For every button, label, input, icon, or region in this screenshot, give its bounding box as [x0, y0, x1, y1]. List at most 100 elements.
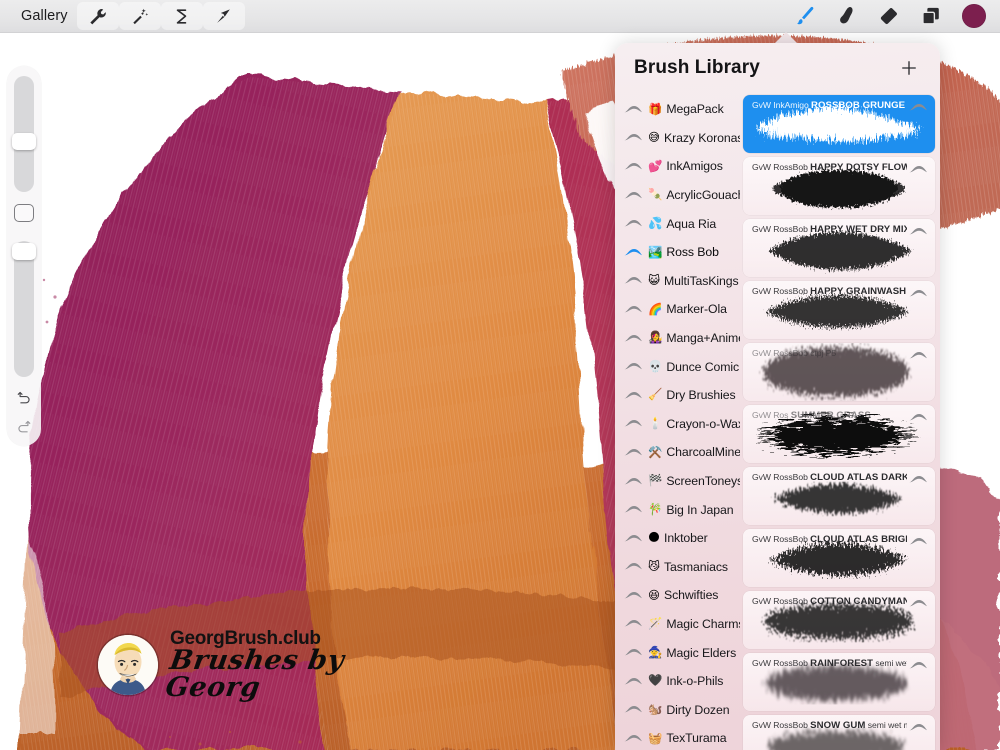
brush-swipe-icon	[622, 676, 644, 687]
brush-set-item[interactable]: 🌑 Inktober	[615, 524, 740, 553]
brush-set-item[interactable]: 😅 Krazy Koronas	[615, 124, 740, 153]
brush-set-item[interactable]: 🍡AcrylicGouache	[615, 181, 740, 210]
undo-icon[interactable]	[13, 389, 35, 407]
add-brush-set-button[interactable]	[896, 55, 922, 81]
brush-label: GvW RossBob HAPPY GRAINWASH SALTY ct P5	[752, 286, 907, 298]
brush-item[interactable]: GvW RossBob ctpj P5	[743, 343, 935, 401]
brush-set-item[interactable]: 💀 Dunce Comic	[615, 352, 740, 381]
brush-swipe-icon	[908, 410, 928, 428]
brush-item[interactable]: GvW RossBob CLOUD ATLAS DARK ct P5	[743, 467, 935, 525]
brush-set-label: Magic Elders	[666, 645, 737, 660]
brush-set-item[interactable]: 🏁 ScreenToneys	[615, 467, 740, 496]
brush-set-label: CharcoalMine	[666, 445, 740, 460]
adjustments-wand-icon[interactable]	[118, 2, 161, 30]
brush-set-label: Ross Bob	[666, 245, 719, 260]
actions-wrench-icon[interactable]	[76, 2, 119, 30]
brush-label-prefix: GvW RossBob	[752, 472, 808, 482]
brush-set-emoji-icon: 🌈	[648, 301, 663, 316]
brush-label-name: CLOUD ATLAS BRIGHT	[810, 534, 907, 545]
brush-set-item[interactable]: 😼 Tasmaniacs	[615, 553, 740, 582]
brush-set-label: Magic Charms	[666, 616, 740, 631]
brush-set-emoji-icon: 💦	[648, 215, 663, 230]
brush-swipe-icon	[908, 472, 928, 490]
brush-set-item[interactable]: ⚒️ CharcoalMine	[615, 438, 740, 467]
brush-swipe-icon	[622, 561, 644, 572]
paint-brush-icon[interactable]	[784, 2, 826, 30]
brush-set-item[interactable]: 😆 Schwifties	[615, 581, 740, 610]
brush-set-item[interactable]: 🎋 Big In Japan	[615, 495, 740, 524]
brush-item[interactable]: GvW RossBob RAINFOREST semi wet mix ct P…	[743, 653, 935, 711]
opacity-slider[interactable]	[12, 241, 36, 377]
brush-size-knob[interactable]	[12, 133, 36, 150]
brush-set-item[interactable]: 🏞️ Ross Bob	[615, 238, 740, 267]
brush-label: GvW RossBob ctpj P5	[752, 348, 907, 360]
brush-set-emoji-icon: 🎁	[648, 101, 663, 116]
brush-item[interactable]: GvW RossBob CLOUD ATLAS BRIGHT ct P5	[743, 529, 935, 587]
brush-set-emoji-icon: 😅	[648, 130, 660, 145]
brush-label-name: ROSSBOB GRUNGE OIL	[811, 100, 907, 111]
brush-set-label: Krazy Koronas	[664, 130, 740, 145]
modify-button[interactable]	[14, 204, 34, 223]
brush-sets-list[interactable]: 🎁 MegaPack 😅 Krazy Koronas 💕 InkAmigos 🍡 Acr…	[615, 93, 740, 750]
brush-set-label: ScreenToneys	[666, 474, 740, 489]
brush-set-emoji-icon: 🧙	[648, 644, 663, 659]
brush-swipe-icon	[622, 504, 644, 515]
brush-set-item[interactable]: 🧙 Magic Elders	[615, 638, 740, 667]
brush-swipe-icon	[908, 720, 928, 738]
brush-swipe-icon	[908, 534, 928, 552]
brush-label: GvW RossBob CLOUD ATLAS DARK ct P5	[752, 472, 907, 484]
brush-set-item[interactable]: 👩‍🎤 Manga+Anime	[615, 324, 740, 353]
brush-set-item[interactable]: 🕯️ Crayon-o-Wax	[615, 410, 740, 439]
smudge-icon[interactable]	[826, 2, 868, 30]
brush-library-panel: Brush Library 🎁 MegaPack 😅 Krazy Koronas 💕…	[615, 43, 940, 750]
transform-arrow-icon[interactable]	[202, 2, 245, 30]
brush-swipe-icon	[622, 304, 644, 315]
brush-swipe-icon	[622, 390, 644, 401]
brush-label-prefix: GvW Ros	[752, 410, 789, 420]
brush-set-item[interactable]: 💦 Aqua Ria	[615, 209, 740, 238]
brush-item[interactable]: GvW RossBob HAPPY WET DRY MIX ct P5	[743, 219, 935, 277]
brush-list[interactable]: GvW InkAmigo ROSSBOB GRUNGE OIL ct P5 Gv…	[740, 93, 940, 750]
brush-label: GvW RossBob RAINFOREST semi wet mix ct P…	[752, 658, 907, 670]
brush-size-slider[interactable]	[12, 76, 36, 193]
selection-icon[interactable]	[160, 2, 203, 30]
left-sidebar	[7, 66, 41, 446]
eraser-icon[interactable]	[868, 2, 910, 30]
brush-set-item[interactable]: 💕 InkAmigos	[615, 152, 740, 181]
brush-swipe-icon	[908, 596, 928, 614]
brush-swipe-icon	[622, 704, 644, 715]
brush-item[interactable]: GvW RossBob HAPPY DOTSY FLOW ct P5	[743, 157, 935, 215]
brush-set-item[interactable]: 🧺 TexTurama	[615, 724, 740, 750]
brush-set-item[interactable]: 🪄 Magic Charms	[615, 610, 740, 639]
brush-item[interactable]: GvW InkAmigo ROSSBOB GRUNGE OIL ct P5	[743, 95, 935, 153]
brush-set-item[interactable]: 🧹 Dry Brushies	[615, 381, 740, 410]
brush-item[interactable]: GvW Ros SUMMER GRASS	[743, 405, 935, 463]
brush-set-emoji-icon: 💕	[648, 158, 663, 173]
brush-item[interactable]: GvW RossBob COTTON CANDYMAN wet mix ct P…	[743, 591, 935, 649]
brush-swipe-icon	[908, 286, 928, 304]
opacity-knob[interactable]	[12, 243, 36, 261]
layers-icon[interactable]	[910, 2, 952, 30]
toolbar-right-group	[784, 2, 1000, 30]
brush-item[interactable]: GvW RossBob SNOW GUM semi wet mix ct P5	[743, 715, 935, 750]
brush-set-item[interactable]: 😺 MultiTasKings	[615, 267, 740, 296]
brush-set-emoji-icon: 🪄	[648, 616, 663, 631]
brush-set-label: Manga+Anime	[666, 331, 740, 346]
brush-label-prefix: GvW RossBob	[752, 224, 808, 234]
brush-label: GvW RossBob SNOW GUM semi wet mix ct P5	[752, 720, 907, 732]
brush-swipe-icon	[622, 447, 644, 458]
brush-set-item[interactable]: 🖤 Ink-o-Phils	[615, 667, 740, 696]
color-swatch[interactable]	[962, 4, 986, 28]
brush-set-item[interactable]: 🐿️ Dirty Dozen	[615, 695, 740, 724]
brush-set-emoji-icon: 🕯️	[648, 416, 663, 431]
brush-item[interactable]: GvW RossBob HAPPY GRAINWASH SALTY ct P5	[743, 281, 935, 339]
brush-label-prefix: GvW RossBob	[752, 286, 808, 296]
gallery-button[interactable]: Gallery	[12, 5, 77, 27]
brush-label-name: SUMMER GRASS	[790, 410, 871, 421]
brush-set-item[interactable]: 🌈 Marker-Ola	[615, 295, 740, 324]
redo-icon[interactable]	[13, 418, 35, 436]
brush-label-prefix: GvW RossBob	[752, 348, 808, 358]
brush-set-item[interactable]: 🎁 MegaPack	[615, 95, 740, 124]
brush-set-label: Dunce Comic	[666, 359, 740, 374]
brush-set-label: MultiTasKings	[664, 273, 739, 288]
